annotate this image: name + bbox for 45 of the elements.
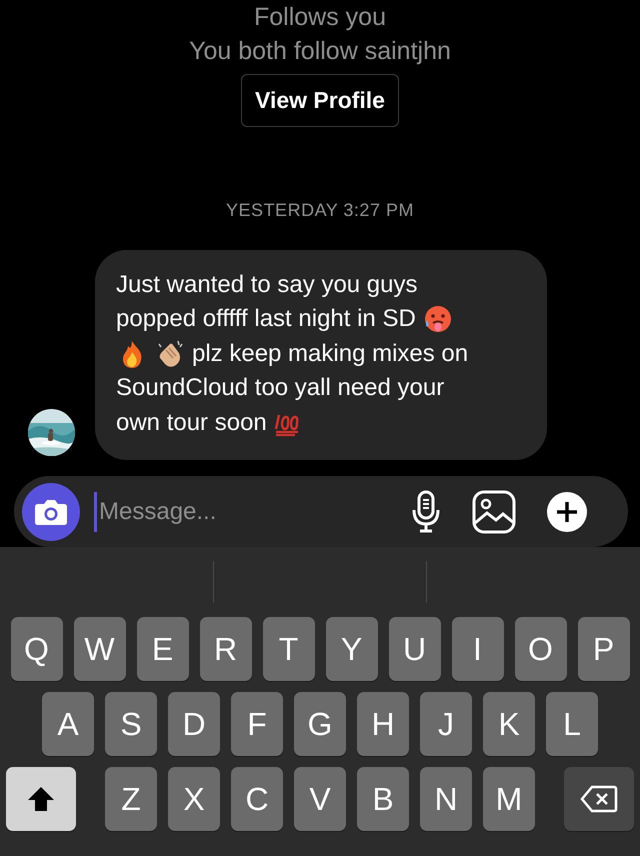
message-text: own tour soon	[116, 408, 267, 438]
keyboard-key[interactable]: Q	[10, 617, 62, 681]
keyboard-key[interactable]: P	[578, 617, 630, 681]
keyboard-key[interactable]: V	[294, 767, 346, 831]
keyboard-key[interactable]: C	[231, 767, 283, 831]
message-text: Just wanted to say you guys	[116, 270, 418, 300]
view-profile-button[interactable]: View Profile	[241, 74, 399, 126]
keyboard-key[interactable]: M	[483, 767, 535, 831]
keyboard-key[interactable]: O	[514, 617, 566, 681]
message-timestamp: YESTERDAY 3:27 PM	[226, 198, 414, 222]
message-text: plz keep making mixes on	[192, 338, 468, 368]
keyboard-key[interactable]: D	[168, 692, 220, 756]
profile-info-text: You both follow saintjhn	[189, 36, 451, 67]
keyboard-key[interactable]: U	[388, 617, 440, 681]
keyboard-key[interactable]: H	[357, 692, 409, 756]
keyboard-key[interactable]: N	[420, 767, 472, 831]
backspace-key[interactable]	[564, 767, 634, 831]
keyboard-key[interactable]: L	[546, 692, 598, 756]
keyboard-key[interactable]: X	[168, 767, 220, 831]
backspace-icon	[580, 785, 618, 813]
keyboard-key[interactable]: I	[452, 617, 504, 681]
camera-button[interactable]	[22, 482, 80, 540]
camera-icon	[34, 498, 68, 526]
keyboard-key[interactable]: Y	[326, 617, 378, 681]
keyboard-key[interactable]: E	[136, 617, 188, 681]
keyboard-key[interactable]: J	[420, 692, 472, 756]
add-button[interactable]	[546, 490, 588, 532]
keyboard-key[interactable]: T	[262, 617, 314, 681]
keyboard-key[interactable]: R	[200, 617, 252, 681]
profile-info-text: Follows you	[254, 2, 386, 33]
gallery-button[interactable]	[472, 490, 516, 534]
keyboard-key[interactable]: Z	[105, 767, 157, 831]
keyboard-key[interactable]: A	[42, 692, 94, 756]
keyboard-key[interactable]: W	[74, 617, 126, 681]
message-text: SoundCloud too yall need your	[116, 373, 444, 403]
message-text: popped offfff last night in SD	[116, 304, 416, 334]
message-composer[interactable]: Message...	[14, 476, 628, 547]
shift-key[interactable]	[6, 767, 76, 831]
keyboard-key[interactable]: F	[231, 692, 283, 756]
microphone-button[interactable]	[410, 490, 442, 534]
keyboard-key[interactable]: B	[357, 767, 409, 831]
keyboard-key[interactable]: S	[105, 692, 157, 756]
keyboard-key[interactable]: K	[483, 692, 535, 756]
shift-arrow-icon	[26, 784, 56, 814]
keyboard-key[interactable]: G	[294, 692, 346, 756]
